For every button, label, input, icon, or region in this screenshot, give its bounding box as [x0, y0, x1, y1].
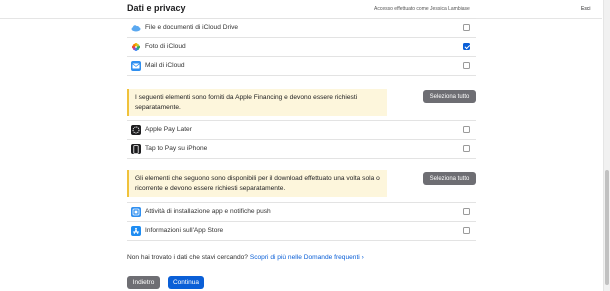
faq-link[interactable]: Scopri di più nelle Domande frequenti ›: [250, 254, 364, 261]
item-label: Apple Pay Later: [145, 126, 192, 133]
item-checkbox[interactable]: [463, 43, 470, 50]
page-scrollbar[interactable]: [603, 0, 610, 291]
list-item[interactable]: Apple Pay Later: [127, 121, 476, 140]
onetime-notice: Gli elementi che seguono sono disponibil…: [127, 170, 387, 197]
financing-list: Apple Pay Later Tap to Pay su iPhone: [127, 120, 476, 159]
list-item[interactable]: Mail di iCloud: [127, 57, 476, 76]
item-checkbox[interactable]: [463, 24, 470, 31]
list-item[interactable]: File e documenti di iCloud Drive: [127, 19, 476, 38]
list-item[interactable]: Tap to Pay su iPhone: [127, 140, 476, 159]
back-button[interactable]: Indietro: [127, 276, 160, 289]
select-all-onetime-button[interactable]: Seleziona tutto: [423, 172, 476, 185]
onetime-list: Attività di installazione app e notifich…: [127, 202, 476, 241]
icloud-list: File e documenti di iCloud Drive Foto di…: [127, 18, 476, 76]
item-checkbox[interactable]: [463, 145, 470, 152]
item-label: Attività di installazione app e notifich…: [145, 208, 271, 215]
item-checkbox[interactable]: [463, 62, 470, 69]
item-checkbox[interactable]: [463, 227, 470, 234]
scrollbar-thumb[interactable]: [605, 170, 609, 285]
photos-icon: [131, 42, 141, 52]
faq-line: Non hai trovato i dati che stavi cercand…: [127, 254, 364, 261]
item-checkbox[interactable]: [463, 208, 470, 215]
list-item[interactable]: Foto di iCloud: [127, 38, 476, 57]
faq-text: Non hai trovato i dati che stavi cercand…: [127, 254, 248, 261]
item-label: File e documenti di iCloud Drive: [145, 24, 239, 31]
continue-button[interactable]: Continua: [168, 276, 204, 289]
item-label: Informazioni sull'App Store: [145, 227, 224, 234]
icloud-drive-icon: [131, 23, 141, 33]
list-item[interactable]: Attività di installazione app e notifich…: [127, 203, 476, 222]
item-label: Foto di iCloud: [145, 43, 186, 50]
list-item[interactable]: Informazioni sull'App Store: [127, 222, 476, 241]
top-header: Dati e privacy Accesso effettuato come J…: [0, 0, 602, 19]
tap-to-pay-icon: [131, 144, 141, 154]
account-status: Accesso effettuato come Jessica Lambiase: [374, 6, 470, 12]
mail-icon: [131, 61, 141, 71]
item-checkbox[interactable]: [463, 126, 470, 133]
page-title: Dati e privacy: [127, 3, 186, 13]
financing-notice: I seguenti elementi sono forniti da Appl…: [127, 89, 387, 116]
select-all-financing-button[interactable]: Seleziona tutto: [423, 90, 476, 103]
app-install-icon: [131, 207, 141, 217]
app-store-icon: [131, 226, 141, 236]
apple-pay-later-icon: [131, 125, 141, 135]
signout-link[interactable]: Esci: [581, 6, 590, 12]
item-label: Tap to Pay su iPhone: [145, 145, 208, 152]
item-label: Mail di iCloud: [145, 62, 185, 69]
